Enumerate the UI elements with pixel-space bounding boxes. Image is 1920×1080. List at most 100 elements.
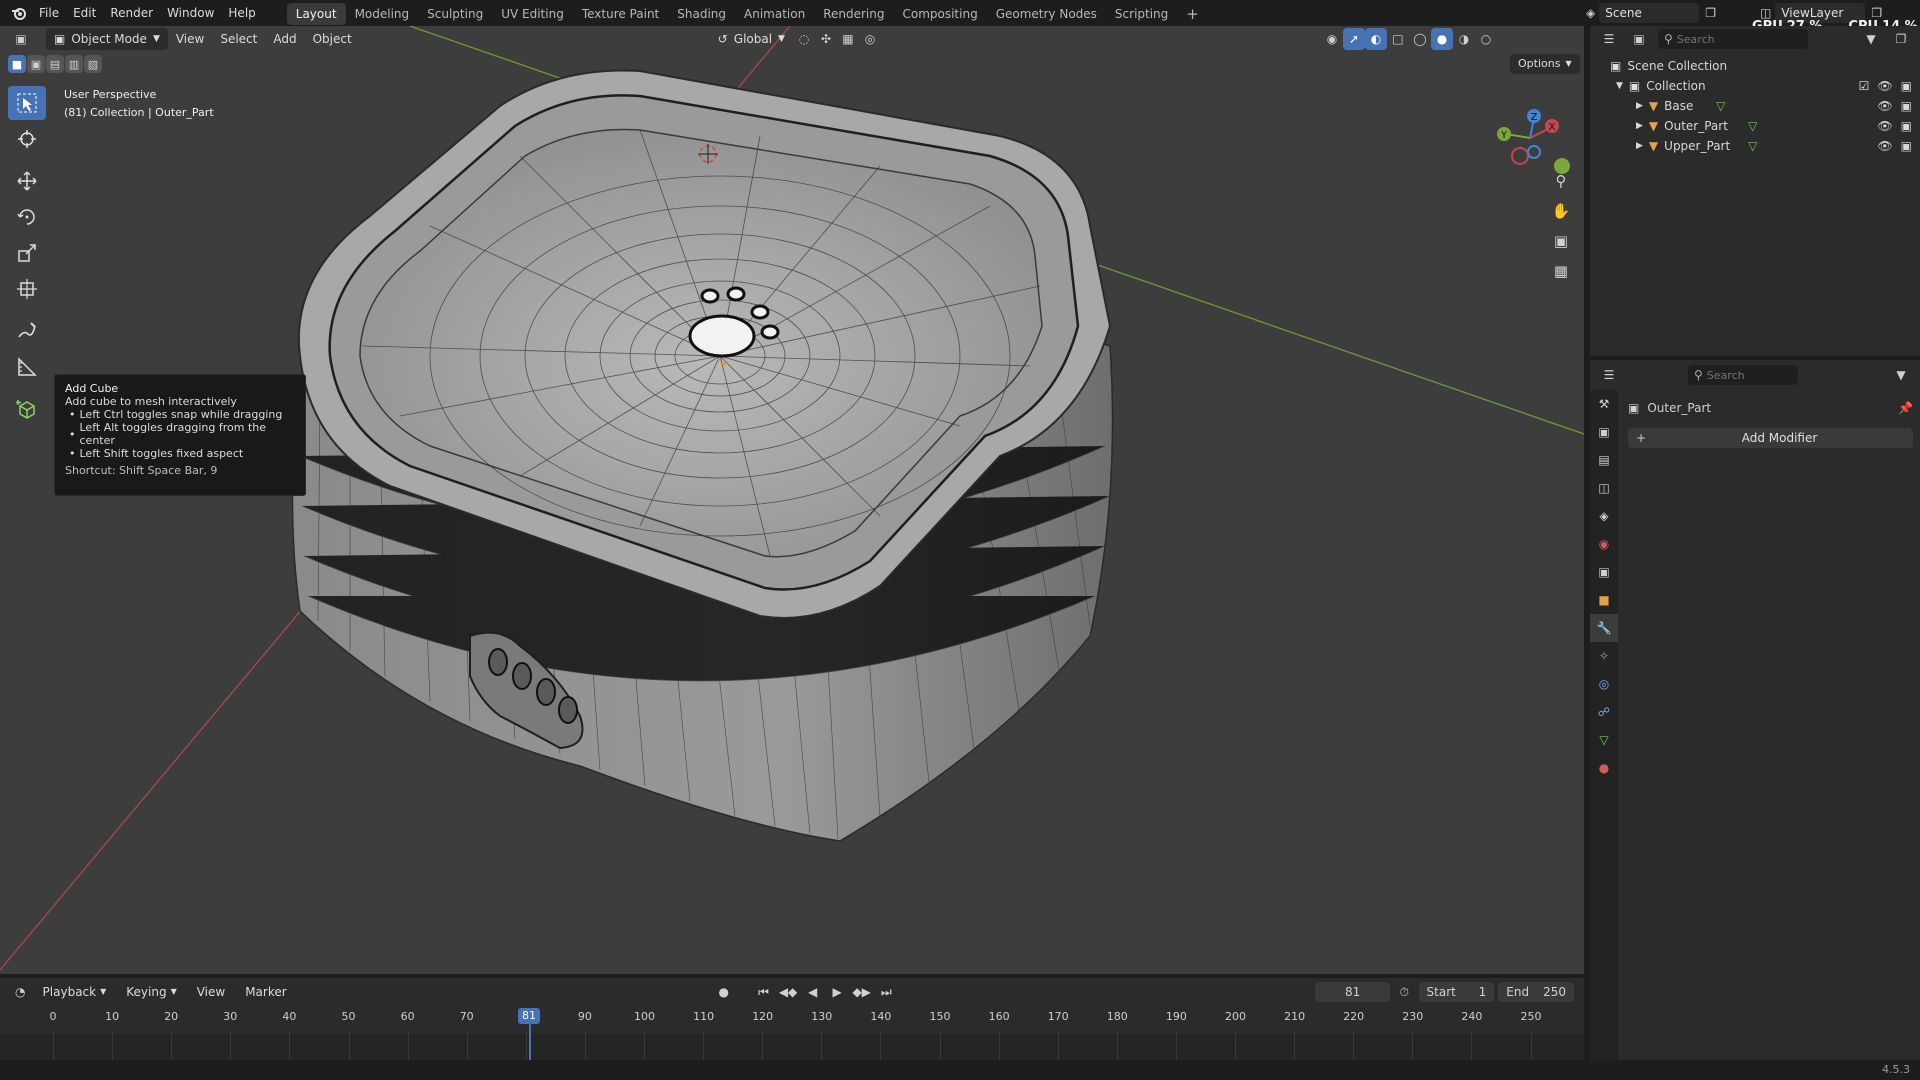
menu-window[interactable]: Window (160, 0, 221, 26)
workspace-tab-scripting[interactable]: Scripting (1106, 3, 1177, 25)
workspace-tab-geometry-nodes[interactable]: Geometry Nodes (987, 3, 1106, 25)
pan-hand-icon[interactable]: ✋ (1550, 200, 1572, 222)
select-invert-icon[interactable]: ▥ (65, 55, 83, 73)
add-workspace-button[interactable]: + (1177, 3, 1208, 25)
auto-keying-icon[interactable]: ● (713, 981, 734, 1003)
play-reverse-icon[interactable]: ◀ (802, 981, 823, 1003)
select-subtract-icon[interactable]: ▤ (46, 55, 64, 73)
select-new-icon[interactable]: ■ (8, 55, 26, 73)
cursor-tool[interactable] (8, 122, 46, 156)
current-frame-field[interactable]: 81 (1315, 982, 1390, 1002)
outliner-editor-type-icon[interactable]: ☰ (1598, 28, 1620, 50)
annotate-tool[interactable] (8, 314, 46, 348)
menu-view[interactable]: View (168, 28, 212, 50)
pin-icon[interactable]: 📌 (1898, 401, 1913, 415)
gizmo-neg-z[interactable] (1527, 145, 1541, 159)
outliner-search[interactable]: ⚲ (1658, 29, 1808, 49)
keying-menu[interactable]: Keying ▼ (118, 981, 184, 1003)
wireframe-shading-icon[interactable]: ◯ (1409, 28, 1431, 50)
editor-type-icon[interactable]: ▣ (10, 28, 32, 50)
workspace-tab-layout[interactable]: Layout (286, 3, 346, 25)
properties-editor-type-icon[interactable]: ☰ (1598, 364, 1620, 386)
play-icon[interactable]: ▶ (827, 981, 848, 1003)
perspective-grid-icon[interactable]: ▦ (1550, 260, 1572, 282)
camera-icon[interactable]: ▣ (1901, 119, 1912, 133)
zoom-icon[interactable]: ⚲ (1550, 170, 1572, 192)
outliner-search-input[interactable] (1676, 32, 1787, 46)
menu-file[interactable]: File (32, 0, 66, 26)
camera-view-icon[interactable]: ▣ (1550, 230, 1572, 252)
display-mode-icon[interactable]: ▣ (1628, 28, 1650, 50)
timeline-view-menu[interactable]: View (189, 981, 233, 1003)
render-tab-icon[interactable]: ▣ (1590, 418, 1618, 446)
gizmo-neg-x[interactable] (1511, 147, 1529, 165)
scene-tab-icon[interactable]: ◈ (1590, 502, 1618, 530)
solid-shading-icon[interactable]: ● (1430, 28, 1453, 50)
disclosure-triangle-icon[interactable]: ▶ (1636, 101, 1643, 111)
xray-toggle-icon[interactable]: □ (1387, 28, 1409, 50)
chevron-down-icon[interactable]: ▼ (1890, 364, 1912, 386)
mesh-canvas[interactable] (0, 26, 1584, 974)
menu-help[interactable]: Help (221, 0, 262, 26)
3d-viewport[interactable]: ▣ ▣ Object Mode ▼ View Select Add Object… (0, 26, 1584, 974)
mesh-data-icon[interactable]: ▽ (1748, 119, 1757, 133)
jump-keyframe-forward-icon[interactable]: ◆▶ (851, 981, 872, 1003)
eye-icon[interactable]: 👁 (1877, 79, 1892, 93)
jump-start-icon[interactable]: ⏮ (753, 981, 774, 1003)
menu-edit[interactable]: Edit (66, 0, 103, 26)
timeline-scrub-area[interactable]: 0102030405060708090100110120130140150160… (0, 1006, 1584, 1060)
physics-tab-icon[interactable]: ◎ (1590, 670, 1618, 698)
outliner-collection[interactable]: ▼ ▣ Collection ☑ 👁 ▣ (1610, 76, 1920, 96)
workspace-tab-animation[interactable]: Animation (735, 3, 814, 25)
filter-icon[interactable]: ▼ (1860, 28, 1882, 50)
add-cube-tool[interactable] (8, 392, 46, 426)
outliner-item-upper-part[interactable]: ▶ ▼ Upper_Part ▽ 👁 ▣ (1610, 136, 1920, 156)
menu-render[interactable]: Render (103, 0, 160, 26)
eye-icon[interactable]: 👁 (1877, 99, 1892, 113)
modifier-wrench-icon[interactable]: 🔧 (1590, 614, 1618, 642)
outliner-item-outer-part[interactable]: ▶ ▼ Outer_Part ▽ 👁 ▣ (1610, 116, 1920, 136)
disclosure-triangle-icon[interactable]: ▶ (1636, 121, 1643, 131)
output-tab-icon[interactable]: ▤ (1590, 446, 1618, 474)
mesh-data-icon[interactable]: ▽ (1716, 99, 1725, 113)
workspace-tab-uv-editing[interactable]: UV Editing (492, 3, 573, 25)
add-modifier-button[interactable]: + Add Modifier (1628, 428, 1913, 448)
gizmo-toggle-icon[interactable]: ➚ (1342, 28, 1365, 50)
camera-icon[interactable]: ▣ (1901, 79, 1912, 93)
timeline-editor-type-icon[interactable]: ◔ (10, 981, 31, 1003)
object-tab-icon[interactable]: ■ (1590, 586, 1618, 614)
workspace-tab-modeling[interactable]: Modeling (346, 3, 419, 25)
move-tool[interactable] (8, 164, 46, 198)
jump-end-icon[interactable]: ⏭ (876, 981, 897, 1003)
measure-tool[interactable] (8, 350, 46, 384)
marker-menu[interactable]: Marker (237, 981, 294, 1003)
proportional-editing-icon[interactable]: ◎ (859, 28, 881, 50)
disclosure-triangle-icon[interactable]: ▶ (1636, 141, 1643, 151)
blender-logo-icon[interactable] (6, 0, 32, 26)
constraints-tab-icon[interactable]: ☍ (1590, 698, 1618, 726)
checkbox-icon[interactable]: ☑ (1859, 79, 1870, 93)
particles-tab-icon[interactable]: ✧ (1590, 642, 1618, 670)
transform-tool[interactable] (8, 272, 46, 306)
collection-tab-icon[interactable]: ▣ (1590, 558, 1618, 586)
camera-icon[interactable]: ▣ (1901, 99, 1912, 113)
snap-icon[interactable]: ✣ (815, 28, 837, 50)
material-tab-icon[interactable]: ● (1590, 754, 1618, 782)
disclosure-triangle-icon[interactable]: ▼ (1616, 81, 1623, 91)
outliner-item-base[interactable]: ▶ ▼ Base ▽ 👁 ▣ (1610, 96, 1920, 116)
mesh-data-icon[interactable]: ▽ (1748, 139, 1757, 153)
overlay-toggle-icon[interactable]: ◐ (1364, 28, 1387, 50)
playhead[interactable]: 81 (518, 1008, 540, 1024)
scale-tool[interactable] (8, 236, 46, 270)
camera-icon[interactable]: ▣ (1901, 139, 1912, 153)
world-tab-icon[interactable]: ◉ (1590, 530, 1618, 558)
end-frame-field[interactable]: End 250 (1498, 982, 1575, 1002)
scene-selector[interactable]: ◈ Scene ❐ (1586, 3, 1716, 23)
scene-name-field[interactable]: Scene (1599, 3, 1700, 23)
menu-select[interactable]: Select (212, 28, 265, 50)
snap-target-icon[interactable]: ▦ (837, 28, 859, 50)
rendered-shading-icon[interactable]: ○ (1475, 28, 1497, 50)
orientation-dropdown[interactable]: ↺ Global ▼ (710, 28, 793, 50)
menu-add[interactable]: Add (265, 28, 304, 50)
select-extend-icon[interactable]: ▣ (27, 55, 45, 73)
